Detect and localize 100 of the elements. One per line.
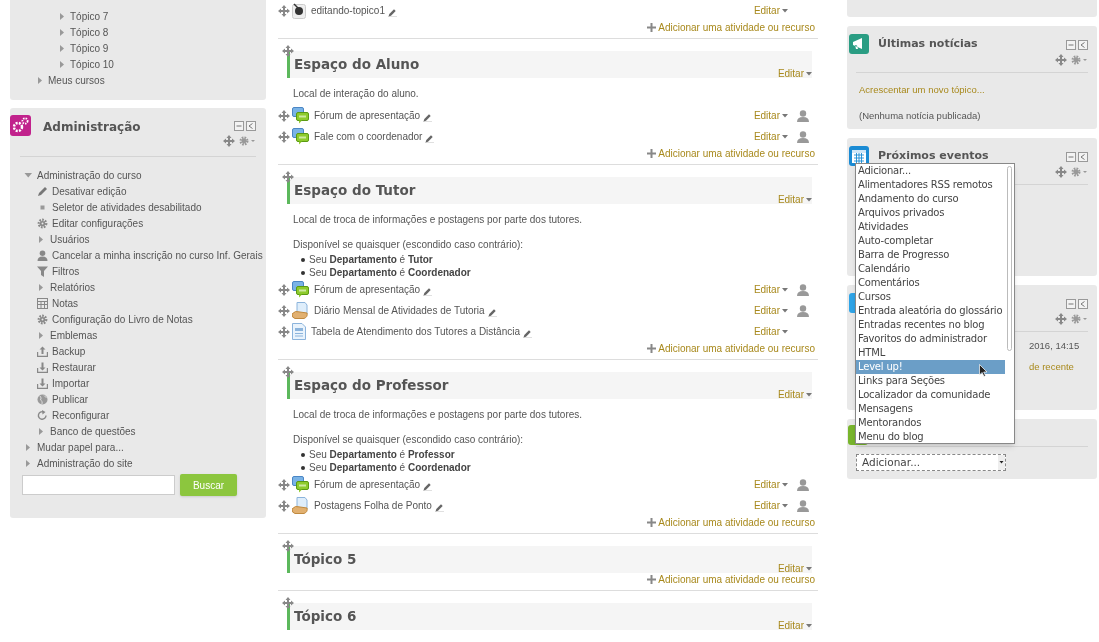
dropdown-option[interactable]: Entradas recentes no blog <box>856 318 1005 332</box>
search-field[interactable] <box>22 475 175 495</box>
nav-item[interactable]: Tópico 10 <box>70 56 114 72</box>
tree-item[interactable]: Administração do curso <box>37 167 142 183</box>
move-icon <box>278 499 290 512</box>
tree-item[interactable]: Editar configurações <box>52 215 144 231</box>
edit-menu-link[interactable]: Editar <box>753 477 788 492</box>
tree-item[interactable]: Filtros <box>52 263 80 279</box>
dropdown-option[interactable]: Barra de Progresso <box>856 248 1005 262</box>
tree-item[interactable]: Banco de questões <box>50 423 136 439</box>
activity-link[interactable]: Fórum de apresentação <box>314 477 421 492</box>
move-icon <box>278 325 290 338</box>
tree-item[interactable]: Restaurar <box>52 359 96 375</box>
edit-menu-link[interactable]: Editar <box>753 324 788 339</box>
edit-menu-link[interactable]: Editar <box>753 498 788 513</box>
tree-item[interactable]: Notas <box>52 295 79 311</box>
journal-icon <box>292 302 309 319</box>
activity-link[interactable]: Diário Mensal de Atividades de Tutoria <box>314 303 485 318</box>
dropdown-option[interactable]: Comentários <box>856 276 1005 290</box>
activity-link[interactable]: Fórum de apresentação <box>314 282 421 297</box>
dropdown-option[interactable]: Cursos <box>856 290 1005 304</box>
tree-item[interactable]: Relatórios <box>50 279 96 295</box>
section-title: Espaço do Aluno <box>293 55 420 75</box>
add-activity-link[interactable]: Adicionar uma atividade ou recurso <box>647 20 815 35</box>
dropdown-option[interactable]: Andamento do curso <box>856 192 1005 206</box>
edit-menu-link[interactable]: Editar <box>753 3 788 18</box>
activity-link[interactable]: Postagens Folha de Ponto <box>314 498 432 513</box>
tree-item[interactable]: Cancelar a minha inscrição no curso Inf. Gerais <box>52 247 263 263</box>
condition-text: Seu Departamento é Professor <box>309 448 455 462</box>
plus-icon <box>647 518 657 527</box>
tree-item[interactable]: Importar <box>52 375 90 391</box>
tree-item[interactable]: Configuração do Livro de Notas <box>52 311 193 327</box>
dropdown-option[interactable]: Adicionar... <box>856 164 1005 178</box>
dropdown-option[interactable]: Atividades <box>856 220 1005 234</box>
tree-item[interactable]: Backup <box>52 343 86 359</box>
nav-item[interactable]: Tópico 8 <box>70 24 109 40</box>
add-activity-link[interactable]: Adicionar uma atividade ou recurso <box>647 146 815 161</box>
nav-item[interactable]: Meus cursos <box>48 72 105 88</box>
section-summary: Local de interação do aluno. <box>292 87 420 101</box>
dropdown-option[interactable]: Calendário <box>856 262 1005 276</box>
plus-icon <box>647 23 657 32</box>
bullet-icon <box>301 452 305 457</box>
add-activity-link[interactable]: Adicionar uma atividade ou recurso <box>647 341 815 356</box>
block-title: Últimas notícias <box>878 36 978 52</box>
edit-menu-link[interactable]: Editar <box>753 129 788 144</box>
dropdown-option[interactable]: Menu do blog <box>856 430 1005 444</box>
caret-icon <box>782 308 788 313</box>
dropdown-option[interactable]: Arquivos privados <box>856 206 1005 220</box>
caret-icon <box>998 455 1005 470</box>
scrollbar-thumb[interactable] <box>1007 166 1012 351</box>
activity-link[interactable]: Fale com o coordenador <box>314 129 423 144</box>
table-icon <box>37 297 48 309</box>
pencil-icon <box>37 185 48 197</box>
block-title: Administração <box>43 119 141 136</box>
add-activity-link[interactable]: Adicionar uma atividade ou recurso <box>647 515 815 530</box>
settings-icon <box>1071 167 1088 177</box>
dropdown-option[interactable]: Mentorandos <box>856 416 1005 430</box>
move-icon <box>282 45 294 57</box>
gears-icon <box>10 115 31 136</box>
nav-item[interactable]: Tópico 7 <box>70 8 109 24</box>
dropdown-option[interactable]: Favoritos do administrador <box>856 332 1005 346</box>
tree-item[interactable]: Reconfigurar <box>52 407 110 423</box>
activity-link[interactable]: Fórum de apresentação <box>314 108 421 123</box>
edit-menu-link[interactable]: Editar <box>753 108 788 123</box>
move-icon <box>1055 313 1067 325</box>
tree-item[interactable]: Administração do site <box>37 455 133 471</box>
dropdown-option[interactable]: HTML <box>856 346 1005 360</box>
tree-item[interactable]: Emblemas <box>50 327 98 343</box>
dropdown-option[interactable]: Mensagens <box>856 402 1005 416</box>
condition-text: Seu Departamento é Coordenador <box>309 266 471 280</box>
block-select[interactable]: Adicionar... <box>856 454 1006 471</box>
activity-link[interactable]: Tabela de Atendimento dos Tutores a Distância <box>311 324 521 339</box>
gear-icon <box>37 313 48 325</box>
caret-icon <box>806 566 812 571</box>
dropdown-option[interactable]: Localizador da comunidade <box>856 388 1005 402</box>
tree-item[interactable]: Usuários <box>50 231 90 247</box>
nav-item[interactable]: Tópico 9 <box>70 40 109 56</box>
settings-icon <box>239 136 256 146</box>
gear-icon <box>37 217 48 229</box>
move-icon <box>223 135 235 147</box>
section-summary: Local de troca de informações e postagens por parte dos tutores. <box>292 408 584 422</box>
caret-icon <box>36 75 43 85</box>
edit-menu-link[interactable]: Editar <box>753 282 788 297</box>
dock-icons <box>1066 152 1088 162</box>
tree-item[interactable]: Mudar papel para... <box>37 439 124 455</box>
edit-menu-link[interactable]: Editar <box>753 303 788 318</box>
dock-icons <box>1066 40 1088 50</box>
activity-link[interactable]: editando-topico1 <box>311 3 385 18</box>
tree-item[interactable]: Desativar edição <box>52 183 127 199</box>
dropdown-option[interactable]: Auto-completar <box>856 234 1005 248</box>
event-date: 2016, 14:15 <box>1029 339 1080 353</box>
tree-item[interactable]: Seletor de atividades desabilitado <box>52 199 202 215</box>
dropdown-option[interactable]: Alimentadores RSS remotos <box>856 178 1005 192</box>
section-summary: Local de troca de informações e postagens por parte dos tutores. <box>292 213 584 227</box>
move-icon <box>278 4 290 17</box>
caret-icon <box>782 113 788 118</box>
tree-item[interactable]: Publicar <box>52 391 89 407</box>
dropdown-option[interactable]: Links para Seções <box>856 374 1005 388</box>
block-title: Próximos eventos <box>878 148 989 164</box>
dropdown-option[interactable]: Entrada aleatória do glossário <box>856 304 1005 318</box>
